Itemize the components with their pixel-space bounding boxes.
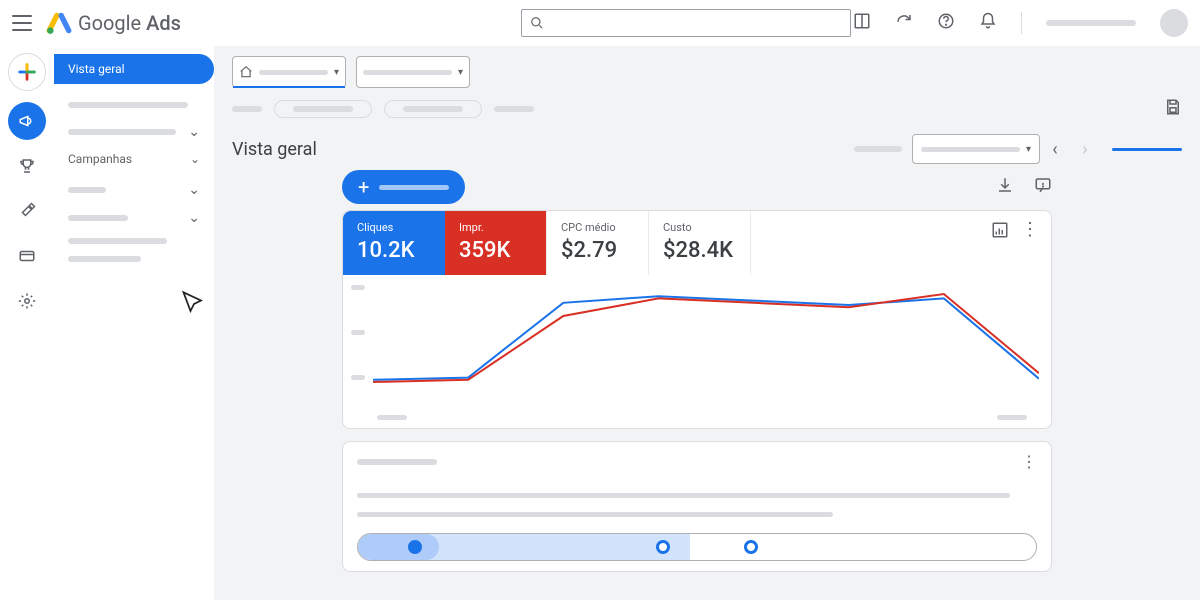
- chevron-down-icon: ⌄: [190, 152, 200, 166]
- card-body: [357, 493, 1037, 517]
- sidebar-item[interactable]: ⌄: [54, 176, 214, 204]
- performance-chart: [343, 275, 1051, 415]
- card-icon: [18, 247, 36, 265]
- reports-icon[interactable]: [853, 12, 871, 34]
- trophy-icon: [18, 157, 36, 175]
- prev-period-button[interactable]: ‹: [1040, 134, 1070, 164]
- avatar[interactable]: [1160, 9, 1188, 37]
- metric-avg-cpc[interactable]: CPC médio $2.79: [547, 211, 649, 275]
- metric-cost[interactable]: Custo $28.4K: [649, 211, 751, 275]
- notifications-icon[interactable]: [979, 12, 997, 34]
- download-icon[interactable]: [996, 176, 1014, 198]
- help-icon[interactable]: [937, 12, 955, 34]
- metric-tiles: Cliques 10.2K Impr. 359K CPC médio $2.79…: [343, 211, 1051, 275]
- home-icon: [239, 65, 253, 79]
- page-title: Vista geral: [232, 139, 317, 160]
- recommendations-card: ⋮: [342, 441, 1052, 572]
- account-name-placeholder: [1046, 20, 1136, 26]
- sidebar-item-overview[interactable]: Vista geral: [54, 54, 214, 84]
- metric-impressions[interactable]: Impr. 359K: [445, 211, 547, 275]
- sidebar-item[interactable]: ⌄: [54, 118, 214, 146]
- chart-x-labels: [343, 415, 1051, 428]
- menu-icon[interactable]: [12, 15, 32, 31]
- rail-billing[interactable]: [8, 237, 46, 275]
- gear-icon: [18, 292, 36, 310]
- more-icon[interactable]: ⋮: [1021, 452, 1037, 471]
- card-toolbar: +: [342, 170, 1052, 204]
- filter-chip[interactable]: [384, 100, 482, 118]
- rail-settings[interactable]: [8, 282, 46, 320]
- separator: [1021, 12, 1022, 34]
- dropdown-icon: ▾: [1026, 144, 1031, 155]
- rail-campaigns[interactable]: [8, 102, 46, 140]
- wrench-icon: [18, 202, 36, 220]
- sidebar-item[interactable]: ⌄: [54, 204, 214, 232]
- next-period-button: ›: [1070, 134, 1100, 164]
- header-actions: [853, 9, 1188, 37]
- sidebar-item-label: Vista geral: [68, 62, 125, 76]
- product-name: Google Ads: [78, 11, 181, 35]
- megaphone-icon: [18, 112, 36, 130]
- sidebar-item-campaigns[interactable]: Campanhas ⌄: [54, 152, 214, 166]
- cursor-pointer-icon: [180, 290, 208, 318]
- nav-rail: [0, 46, 54, 600]
- sidebar-item[interactable]: [54, 98, 214, 118]
- line-chart-svg: [373, 283, 1039, 393]
- plus-icon: +: [358, 177, 369, 197]
- search-input[interactable]: [521, 9, 851, 37]
- google-ads-logo-icon: [46, 10, 72, 36]
- filter-chip-row: [232, 98, 1182, 120]
- chevron-down-icon: ⌄: [188, 210, 200, 226]
- date-range-indicator: [1112, 148, 1182, 151]
- expand-chart-icon[interactable]: [991, 221, 1009, 243]
- search-icon: [530, 16, 544, 30]
- rail-tools[interactable]: [8, 192, 46, 230]
- dropdown-icon: ▾: [334, 67, 339, 78]
- account-selector[interactable]: ▾: [232, 56, 346, 88]
- app-header: Google Ads: [0, 0, 1200, 46]
- more-icon[interactable]: ⋮: [1021, 221, 1039, 239]
- feedback-icon[interactable]: [1034, 176, 1052, 198]
- campaign-selector[interactable]: ▾: [356, 56, 470, 88]
- refresh-icon[interactable]: [895, 12, 913, 34]
- plus-icon: [16, 61, 38, 83]
- main-content: ▾ ▾ Vista geral ▾ ‹ › +: [214, 46, 1200, 600]
- chevron-down-icon: ⌄: [188, 182, 200, 198]
- save-icon[interactable]: [1164, 98, 1182, 120]
- product-logo[interactable]: Google Ads: [46, 10, 181, 36]
- performance-card: Cliques 10.2K Impr. 359K CPC médio $2.79…: [342, 210, 1052, 429]
- step-dot-complete: [408, 540, 422, 554]
- step-dot-pending: [744, 540, 758, 554]
- new-campaign-button[interactable]: +: [342, 170, 465, 204]
- metric-clicks[interactable]: Cliques 10.2K: [343, 211, 445, 275]
- filter-chip[interactable]: [274, 100, 372, 118]
- account-selectors: ▾ ▾: [232, 56, 1182, 88]
- card-header: ⋮: [357, 452, 1037, 471]
- sidebar: Vista geral ⌄ Campanhas ⌄ ⌄ ⌄: [54, 46, 214, 600]
- chevron-down-icon: ⌄: [188, 124, 200, 140]
- sidebar-item-group: [54, 232, 214, 280]
- dropdown-icon: ▾: [458, 67, 463, 78]
- title-bar: Vista geral ▾ ‹ ›: [232, 134, 1182, 164]
- sidebar-item-label: Campanhas: [68, 152, 132, 166]
- date-range-selector[interactable]: ▾: [912, 134, 1040, 164]
- card-actions: ⋮: [979, 211, 1051, 275]
- rail-goals[interactable]: [8, 147, 46, 185]
- create-button[interactable]: [8, 53, 46, 91]
- progress-stepper[interactable]: [357, 533, 1037, 561]
